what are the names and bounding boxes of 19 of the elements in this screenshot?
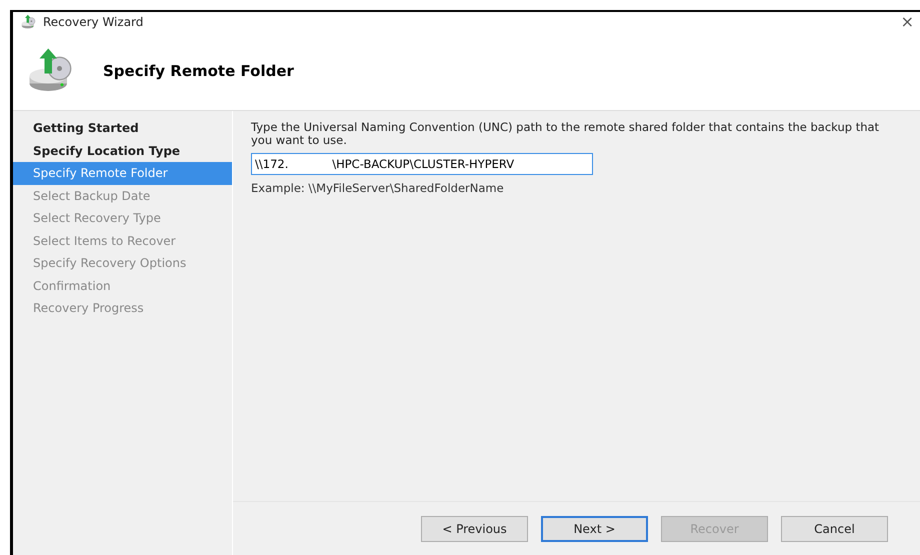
wizard-button[interactable]: Next > [541,516,648,542]
wizard-step[interactable]: Select Backup Date [13,184,232,207]
wizard-step[interactable]: Specify Recovery Options [13,252,232,274]
window-title: Recovery Wizard [43,15,144,29]
wizard-step[interactable]: Select Recovery Type [13,207,232,230]
wizard-step[interactable]: Confirmation [13,274,232,297]
recovery-drive-icon [21,14,37,30]
wizard-button[interactable]: < Previous [421,516,528,542]
unc-path-field[interactable]: \\172. \HPC-BACKUP\CLUSTER-HYPERV [251,153,593,176]
wizard-step[interactable]: Specify Location Type [13,140,232,162]
wizard-step[interactable]: Select Items to Recover [13,230,232,252]
wizard-button[interactable]: Cancel [781,516,888,542]
wizard-step[interactable]: Getting Started [13,117,232,140]
page-heading: Specify Remote Folder [103,62,294,80]
wizard-step[interactable]: Recovery Progress [13,297,232,320]
example-text: Example: \\MyFileServer\SharedFolderName [251,181,505,196]
wizard-step[interactable]: Specify Remote Folder [13,162,232,184]
instruction-text: Type the Universal Naming Convention (UNC) path to the remote shared folder that contains the backup that you want to use. [251,121,880,148]
close-button[interactable]: × [900,14,914,30]
